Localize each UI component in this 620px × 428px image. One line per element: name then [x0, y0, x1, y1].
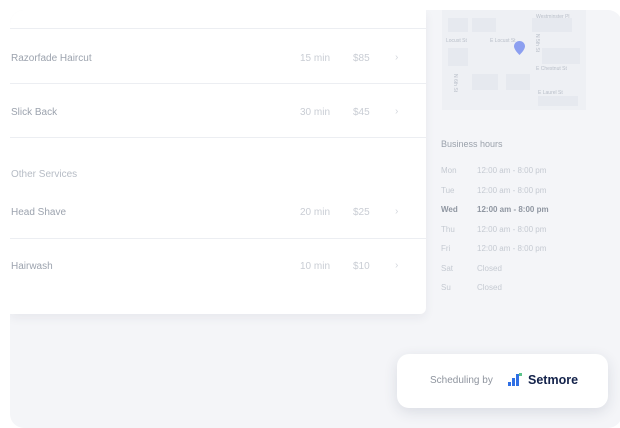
- day-label: Wed: [441, 205, 458, 214]
- map-block: [472, 18, 496, 32]
- day-label: Tue: [441, 186, 455, 195]
- service-duration: 30 min: [300, 107, 331, 118]
- map-block: [472, 74, 498, 90]
- service-row-hairwash[interactable]: Hairwash 10 min $10 ›: [10, 239, 426, 293]
- map-block: [532, 18, 572, 32]
- section-title-other-services: Other Services: [11, 169, 78, 180]
- service-row-razorfade-haircut[interactable]: Razorfade Haircut 15 min $85 ›: [10, 30, 426, 84]
- service-price: $85: [353, 53, 370, 64]
- hours-value: 12:00 am - 8:00 pm: [477, 186, 547, 195]
- setmore-logo-icon: [508, 373, 522, 386]
- service-duration: 15 min: [300, 53, 331, 64]
- location-map[interactable]: Westminster Pl Locust St E Locust St N 5…: [442, 10, 586, 110]
- street-label: N 6th St: [452, 74, 458, 93]
- divider: [10, 28, 426, 29]
- service-row-head-shave[interactable]: Head Shave 20 min $25 ›: [10, 185, 426, 239]
- hours-value: 12:00 am - 8:00 pm: [477, 166, 547, 175]
- business-hours-title: Business hours: [441, 139, 503, 149]
- map-block: [448, 18, 468, 32]
- street-label: E Chestnut St: [536, 66, 567, 72]
- hours-value: 12:00 am - 8:00 pm: [477, 205, 549, 214]
- map-block: [542, 48, 580, 64]
- chevron-right-icon: ›: [395, 206, 399, 217]
- scheduling-by-setmore-badge[interactable]: Scheduling by Setmore: [397, 354, 608, 408]
- map-block: [538, 96, 578, 106]
- service-price: $25: [353, 207, 370, 218]
- hours-value: Closed: [477, 264, 502, 273]
- street-label: E Locust St: [490, 38, 516, 44]
- service-name: Slick Back: [11, 107, 58, 118]
- service-name: Head Shave: [11, 207, 67, 218]
- hours-value: 12:00 am - 8:00 pm: [477, 225, 547, 234]
- divider: [10, 137, 426, 138]
- hours-value: 12:00 am - 8:00 pm: [477, 244, 547, 253]
- service-price: $45: [353, 107, 370, 118]
- chevron-right-icon: ›: [395, 52, 399, 63]
- service-name: Hairwash: [11, 261, 53, 272]
- service-price: $10: [353, 261, 370, 272]
- map-block: [506, 74, 530, 90]
- street-label: N 5th St: [534, 34, 540, 53]
- service-duration: 20 min: [300, 207, 331, 218]
- day-label: Thu: [441, 225, 455, 234]
- day-label: Su: [441, 283, 451, 292]
- services-card: Razorfade Haircut 15 min $85 › Slick Bac…: [10, 10, 426, 314]
- chevron-right-icon: ›: [395, 260, 399, 271]
- chevron-right-icon: ›: [395, 106, 399, 117]
- street-label: E Laurel St: [538, 90, 563, 96]
- street-label: Locust St: [446, 38, 467, 44]
- service-duration: 10 min: [300, 261, 331, 272]
- street-label: Westminster Pl: [536, 14, 570, 20]
- scheduling-by-label: Scheduling by: [430, 375, 493, 386]
- map-block: [448, 48, 468, 66]
- hours-value: Closed: [477, 283, 502, 292]
- day-label: Sat: [441, 264, 454, 273]
- setmore-brand-name: Setmore: [528, 373, 579, 387]
- service-row-slick-back[interactable]: Slick Back 30 min $45 ›: [10, 84, 426, 138]
- map-pin-icon: [514, 41, 525, 55]
- day-label: Mon: [441, 166, 457, 175]
- day-label: Fri: [441, 244, 451, 253]
- service-name: Razorfade Haircut: [11, 53, 92, 64]
- booking-page: Razorfade Haircut 15 min $85 › Slick Bac…: [10, 10, 620, 428]
